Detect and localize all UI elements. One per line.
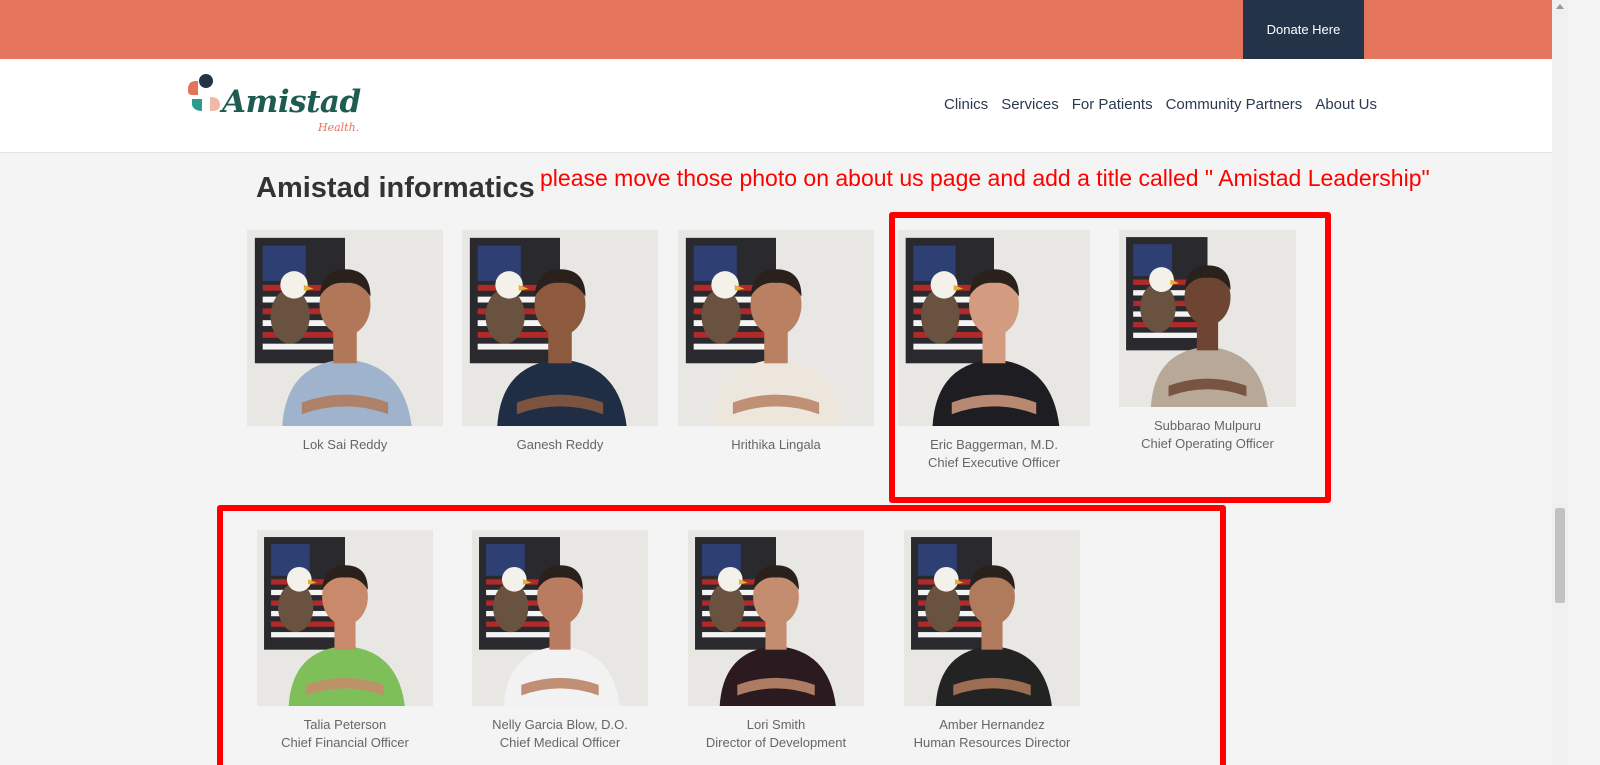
annotation-box-leaders-top bbox=[889, 212, 1331, 503]
person-name: Hrithika Lingala bbox=[731, 437, 821, 452]
logo-wordmark: Amistad bbox=[222, 84, 361, 120]
page-scrollbar[interactable] bbox=[1552, 0, 1568, 765]
donate-button[interactable]: Donate Here bbox=[1243, 0, 1364, 59]
amistad-logo[interactable]: Amistad Health. bbox=[188, 73, 373, 141]
annotation-box-leaders-bottom bbox=[217, 505, 1226, 765]
scroll-up-icon[interactable] bbox=[1556, 4, 1564, 9]
section-title: Amistad informatics bbox=[256, 172, 535, 204]
review-annotation: please move those photo on about us page… bbox=[540, 165, 1430, 191]
nav-community-partners[interactable]: Community Partners bbox=[1166, 96, 1303, 113]
portrait-illustration bbox=[247, 230, 443, 426]
person-name: Lok Sai Reddy bbox=[302, 437, 388, 452]
nav-clinics[interactable]: Clinics bbox=[944, 96, 988, 113]
person-name: Ganesh Reddy bbox=[516, 437, 604, 452]
site-header: Amistad Health. Clinics Services For Pat… bbox=[0, 59, 1552, 153]
profile-photo bbox=[462, 230, 658, 426]
scroll-thumb[interactable] bbox=[1555, 508, 1565, 603]
profile-photo bbox=[678, 230, 874, 426]
main-nav: Clinics Services For Patients Community … bbox=[944, 96, 1377, 113]
team-card: Ganesh Reddy bbox=[462, 230, 658, 454]
portrait-illustration bbox=[462, 230, 658, 426]
portrait-illustration bbox=[678, 230, 874, 426]
logo-subtitle: Health. bbox=[318, 121, 360, 134]
nav-about-us[interactable]: About Us bbox=[1315, 96, 1377, 113]
nav-for-patients[interactable]: For Patients bbox=[1072, 96, 1153, 113]
team-card: Lok Sai Reddy bbox=[247, 230, 443, 454]
profile-photo bbox=[247, 230, 443, 426]
team-card: Hrithika Lingala bbox=[678, 230, 874, 454]
nav-services[interactable]: Services bbox=[1001, 96, 1059, 113]
